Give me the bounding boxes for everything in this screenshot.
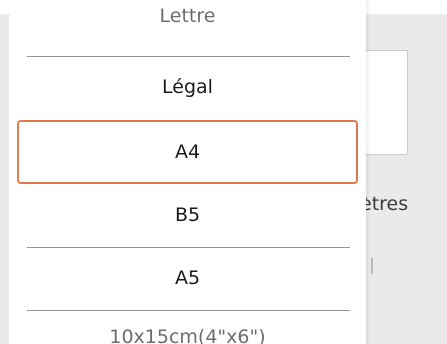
option-label: A4 [174, 141, 201, 163]
option-lettre[interactable]: Lettre [9, 0, 366, 36]
background-label: ètres [360, 193, 409, 215]
background-divider-mark [371, 258, 373, 274]
option-a5[interactable]: A5 [9, 248, 366, 308]
option-label: Lettre [159, 5, 216, 27]
option-b5[interactable]: B5 [9, 185, 366, 245]
option-label: B5 [174, 204, 201, 226]
option-label: Légal [162, 76, 213, 98]
option-10x15cm[interactable]: 10x15cm(4"x6") [9, 318, 366, 344]
option-label: 10x15cm(4"x6") [109, 326, 266, 344]
divider [27, 310, 350, 311]
paper-size-list[interactable]: Lettre Légal A4 B5 A5 10x15cm(4"x6") [9, 0, 366, 344]
option-legal[interactable]: Légal [9, 57, 366, 117]
option-a4-selected[interactable]: A4 [17, 120, 358, 184]
option-label: A5 [174, 267, 201, 289]
